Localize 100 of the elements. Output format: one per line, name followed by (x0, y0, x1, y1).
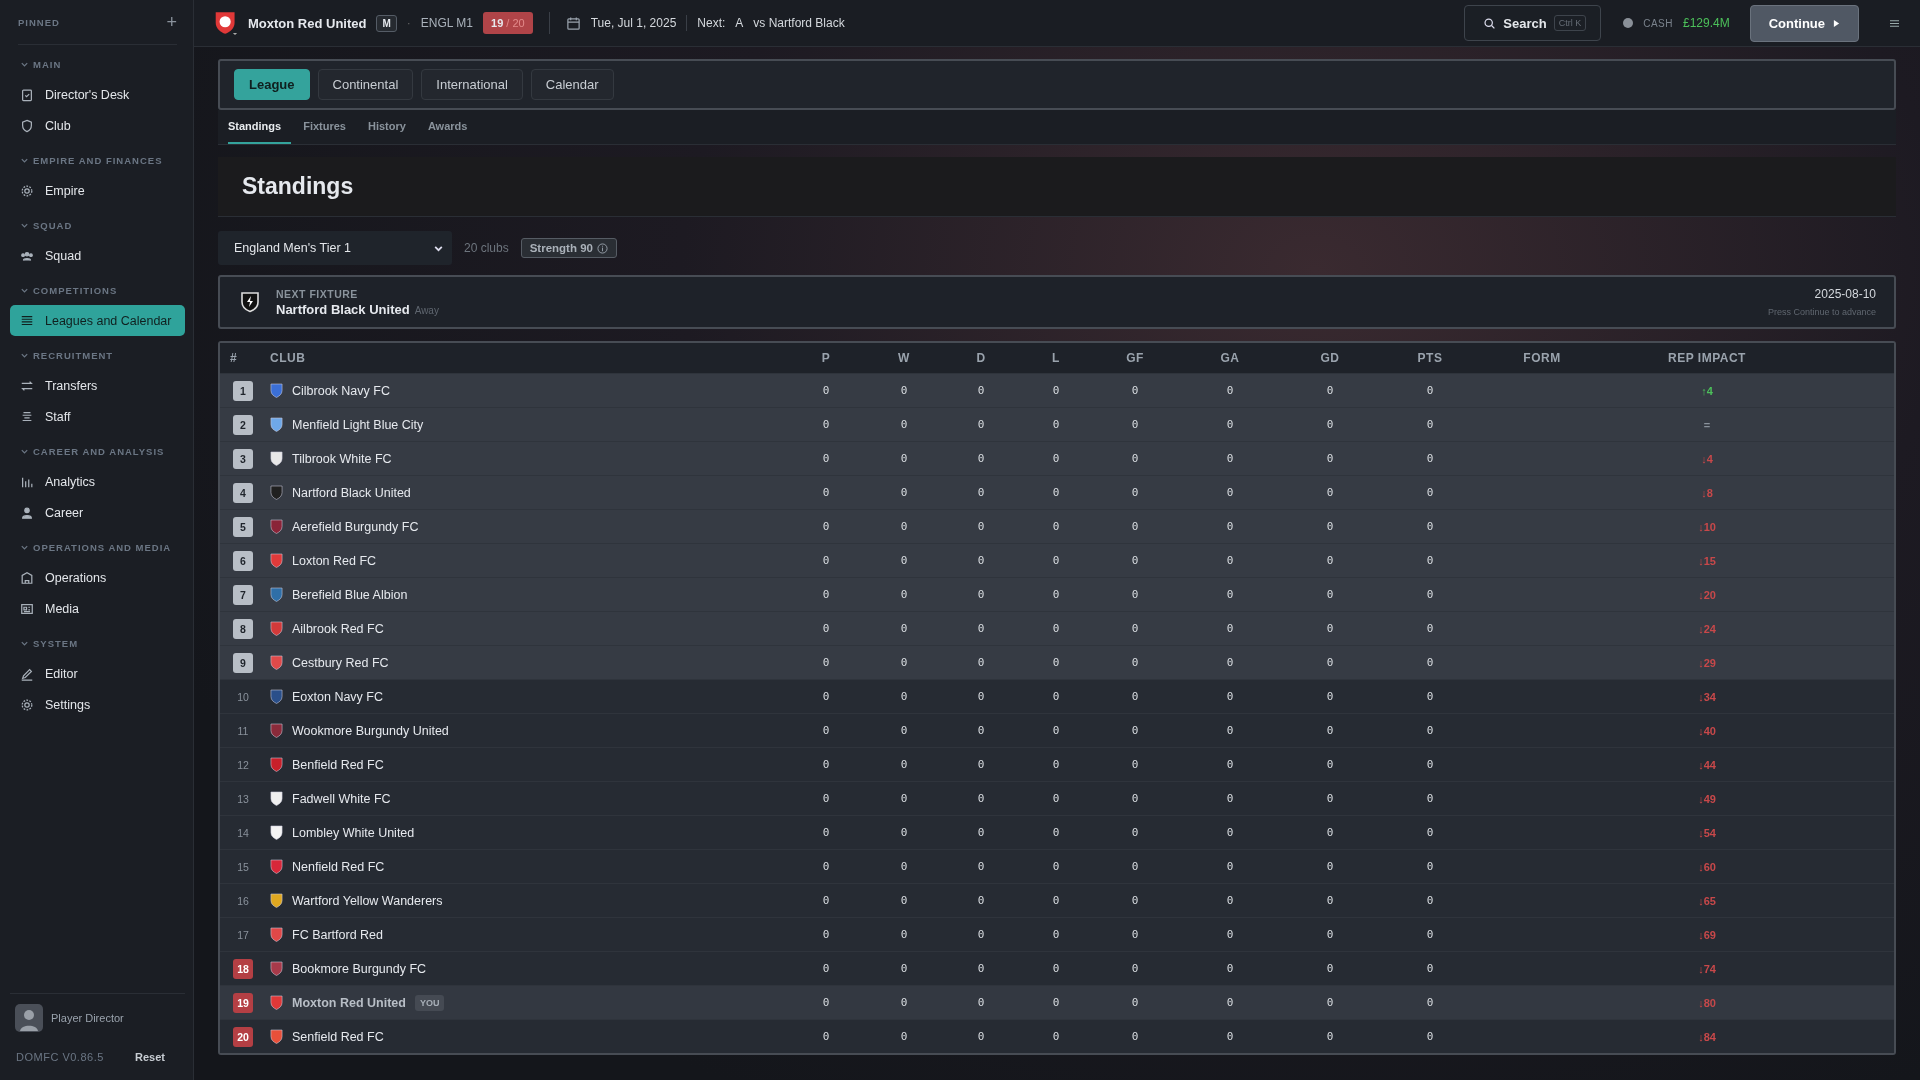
stat-value: 0 (1425, 928, 1435, 941)
sidebar-item[interactable]: Director's Desk (10, 79, 185, 110)
stat-value: 0 (1130, 622, 1140, 635)
league-dropdown[interactable]: England Men's Tier 1 (218, 231, 452, 265)
stat-value: 0 (821, 792, 831, 805)
club-name: Tilbrook White FC (292, 451, 392, 466)
stat-value: 0 (899, 554, 909, 567)
stat-value: 0 (976, 622, 986, 635)
tab[interactable]: Calendar (530, 69, 614, 100)
column-header[interactable]: FORM (1482, 351, 1602, 365)
menu-icon[interactable] (1889, 18, 1900, 28)
table-row[interactable]: 5 Aerefield Burgundy FC 0 0 0 0 0 0 0 0 ↓10 (220, 509, 1894, 543)
sidebar-item[interactable]: Career (10, 497, 185, 528)
column-header[interactable]: D (942, 351, 1020, 365)
table-row[interactable]: 9 Cestbury Red FC 0 0 0 0 0 0 0 0 ↓29 (220, 645, 1894, 679)
column-header[interactable]: PTS (1378, 351, 1482, 365)
stat-value: 0 (1130, 894, 1140, 907)
next-match-label: Next: (697, 16, 726, 30)
subtab[interactable]: Awards (427, 110, 478, 144)
subtab[interactable]: Fixtures (303, 110, 356, 144)
subtab[interactable]: Standings (228, 110, 292, 144)
sidebar-item[interactable]: Editor (10, 658, 185, 689)
stat-value: 0 (976, 826, 986, 839)
column-header[interactable]: REP IMPACT (1602, 351, 1812, 365)
stat-value: 0 (1425, 588, 1435, 601)
column-header[interactable]: GA (1178, 351, 1282, 365)
table-row[interactable]: 8 Ailbrook Red FC 0 0 0 0 0 0 0 0 ↓24 (220, 611, 1894, 645)
stat-value: 0 (821, 962, 831, 975)
table-row[interactable]: 4 Nartford Black United 0 0 0 0 0 0 0 0 ↓8 (220, 475, 1894, 509)
column-header[interactable]: GF (1092, 351, 1178, 365)
club-name: Nartford Black United (292, 485, 411, 500)
tab[interactable]: International (421, 69, 523, 100)
section-header: EMPIRE AND FINANCES (33, 154, 163, 166)
stat-value: 0 (1051, 690, 1061, 703)
stat-value: 0 (1225, 690, 1235, 703)
position-number: 14 (236, 825, 250, 841)
column-header[interactable]: P (786, 351, 866, 365)
stat-value: 0 (1051, 1030, 1061, 1043)
tab[interactable]: League (234, 69, 310, 100)
add-pin-button[interactable]: + (166, 11, 177, 33)
column-header[interactable]: GD (1282, 351, 1378, 365)
stat-value: 0 (1130, 996, 1140, 1009)
rep-impact-value: ↓80 (1698, 996, 1716, 1009)
stat-value: 0 (1325, 418, 1335, 431)
stat-value: 0 (1225, 418, 1235, 431)
fixture-label: NEXT FIXTURE (276, 287, 359, 300)
club-crest-icon (240, 291, 260, 313)
column-header[interactable]: L (1020, 351, 1092, 365)
stat-value: 0 (1130, 656, 1140, 669)
stat-value: 0 (1130, 962, 1140, 975)
rep-impact-value: ↓49 (1698, 792, 1716, 805)
stat-value: 0 (976, 758, 986, 771)
rep-impact-value: ↓84 (1698, 1030, 1716, 1043)
stat-value: 0 (1051, 588, 1061, 601)
table-row[interactable]: 7 Berefield Blue Albion 0 0 0 0 0 0 0 0 ↓20 (220, 577, 1894, 611)
sidebar-item[interactable]: Operations (10, 562, 185, 593)
stat-value: 0 (1051, 962, 1061, 975)
info-icon[interactable] (596, 242, 608, 254)
sidebar-item[interactable]: Analytics (10, 466, 185, 497)
continue-button[interactable]: Continue (1749, 4, 1859, 42)
stat-value: 0 (1225, 996, 1235, 1009)
position-number: 9 (233, 652, 253, 673)
stat-value: 0 (976, 418, 986, 431)
stat-value: 0 (821, 758, 831, 771)
search-button[interactable]: Search Ctrl K (1464, 5, 1602, 41)
table-row[interactable]: 3 Tilbrook White FC 0 0 0 0 0 0 0 0 ↓4 (220, 441, 1894, 475)
stat-value: 0 (1325, 996, 1335, 1009)
column-header[interactable]: W (866, 351, 942, 365)
subtab[interactable]: History (367, 110, 416, 144)
sidebar-item[interactable]: Squad (10, 240, 185, 271)
fixture-venue: Away (414, 304, 439, 316)
sidebar-item[interactable]: Transfers (10, 370, 185, 401)
sidebar-item[interactable]: Leagues and Calendar (10, 305, 185, 336)
cash-amount: £129.4M (1682, 16, 1730, 30)
sidebar-item[interactable]: Staff (10, 401, 185, 432)
stat-value: 0 (899, 962, 909, 975)
column-header[interactable]: CLUB (266, 351, 786, 365)
building-icon (20, 570, 34, 585)
club-crest-icon[interactable] (214, 9, 238, 37)
position-number: 7 (233, 584, 253, 605)
stat-value: 0 (1225, 724, 1235, 737)
pen-icon (20, 666, 34, 681)
table-row[interactable]: 6 Loxton Red FC 0 0 0 0 0 0 0 0 ↓15 (220, 543, 1894, 577)
sidebar-item[interactable]: Empire (10, 175, 185, 206)
table-row[interactable]: 2 Menfield Light Blue City 0 0 0 0 0 0 0 0 = (220, 407, 1894, 441)
stat-value: 0 (1225, 928, 1235, 941)
stat-value: 0 (1325, 554, 1335, 567)
sidebar-item[interactable]: Media (10, 593, 185, 624)
table-row[interactable]: 19 Moxton Red United YOU 0 0 0 0 0 0 0 0 ↓80 (220, 985, 1894, 1019)
table-row[interactable]: 1 Cilbrook Navy FC 0 0 0 0 0 0 0 0 ↑4 (220, 373, 1894, 407)
stat-value: 0 (899, 622, 909, 635)
stat-value: 0 (1051, 384, 1061, 397)
sidebar-item[interactable]: Club (10, 110, 185, 141)
tab[interactable]: Continental (317, 69, 414, 100)
column-header[interactable]: # (220, 351, 266, 365)
stat-value: 0 (821, 656, 831, 669)
shield-icon (20, 118, 34, 133)
sidebar-item[interactable]: Settings (10, 689, 185, 720)
reset-button[interactable]: Reset (129, 1050, 171, 1064)
table-row[interactable]: 20 Senfield Red FC 0 0 0 0 0 0 0 0 ↓84 (220, 1019, 1894, 1053)
